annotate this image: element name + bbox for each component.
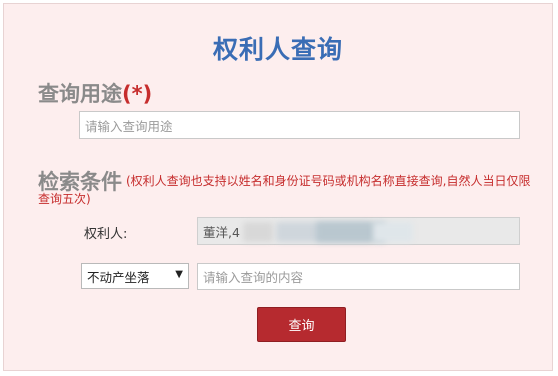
holder-label: 权利人: bbox=[84, 227, 128, 242]
search-button[interactable]: 查询 bbox=[257, 307, 346, 342]
redaction-blur bbox=[373, 222, 413, 242]
holder-value: 董洋,4 bbox=[203, 224, 240, 240]
content-input[interactable]: 请输入查询的内容 bbox=[197, 263, 520, 290]
redaction-blur bbox=[243, 222, 273, 242]
chevron-down-icon: ▼ bbox=[175, 269, 183, 280]
purpose-input[interactable]: 请输入查询用途 bbox=[79, 111, 520, 139]
page-title: 权利人查询 bbox=[212, 35, 343, 64]
required-mark: (*) bbox=[122, 82, 153, 106]
content-placeholder: 请输入查询的内容 bbox=[203, 270, 304, 285]
holder-input[interactable]: 董洋,4 bbox=[197, 217, 520, 245]
query-panel: 权利人查询 查询用途(*) 请输入查询用途 检索条件 (权利人查询也支持以姓名和… bbox=[3, 3, 553, 371]
search-type-value: 不动产坐落 bbox=[87, 269, 150, 285]
conditions-hint: (权利人查询也支持以姓名和身份证号码或机构名称直接查询,自然人当日仅限查询五次) bbox=[38, 174, 531, 206]
purpose-title-text: 查询用途 bbox=[38, 82, 122, 106]
purpose-placeholder: 请输入查询用途 bbox=[85, 118, 173, 134]
purpose-section-title: 查询用途(*) bbox=[38, 78, 152, 108]
search-type-select[interactable]: 不动产坐落 ▼ bbox=[81, 263, 189, 289]
